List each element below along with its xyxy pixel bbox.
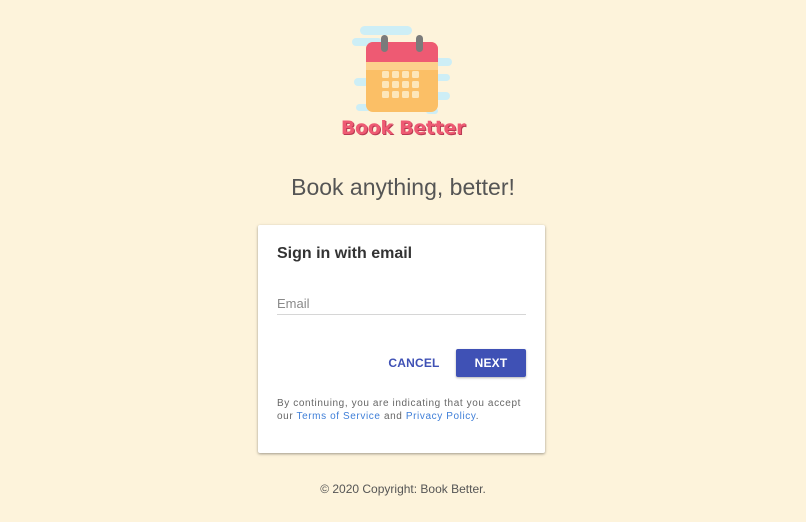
privacy-policy-link[interactable]: Privacy Policy: [406, 411, 476, 422]
signin-title: Sign in with email: [277, 245, 413, 262]
legal-suffix: .: [475, 411, 480, 422]
footer-copyright: © 2020 Copyright: Book Better.: [320, 482, 486, 496]
terms-of-service-link[interactable]: Terms of Service: [296, 411, 380, 422]
next-button[interactable]: NEXT: [456, 349, 526, 377]
page: Book Better Book anything, better! Sign …: [0, 0, 806, 522]
cancel-button[interactable]: CANCEL: [384, 349, 444, 377]
page-headline: Book anything, better!: [291, 174, 515, 200]
email-field[interactable]: [277, 292, 526, 315]
signin-card: Sign in with email CANCEL NEXT By contin…: [258, 225, 545, 453]
legal-middle: and: [383, 411, 403, 422]
brand-logo-text: Book Better: [340, 117, 466, 139]
legal-notice: By continuing, you are indicating that y…: [277, 397, 527, 423]
